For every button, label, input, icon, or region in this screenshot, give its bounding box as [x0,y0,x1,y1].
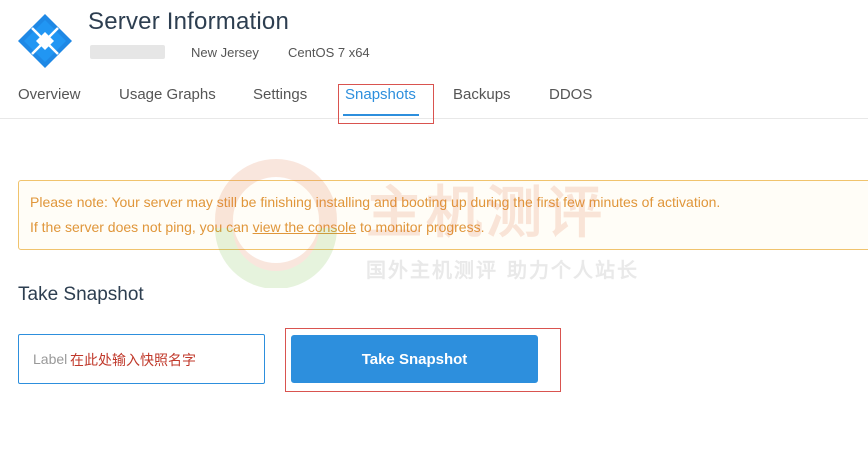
server-ip-redacted [90,45,165,59]
page-title: Server Information [88,8,290,35]
tab-overview[interactable]: Overview [18,86,81,103]
notice-line-2: If the server does not ping, you can vie… [30,219,484,235]
notice-line-1: Please note: Your server may still be fi… [30,194,721,210]
logo-icon [18,14,72,68]
server-location: New Jersey [191,45,259,60]
view-console-link[interactable]: view the console [253,219,357,235]
tab-highlight-box [338,84,434,124]
take-snapshot-button[interactable]: Take Snapshot [291,335,538,383]
tab-usage-graphs[interactable]: Usage Graphs [119,86,216,103]
snapshot-label-input[interactable] [18,334,265,384]
watermark-subtitle: 国外主机测评 助力个人站长 [366,258,639,282]
tab-backups[interactable]: Backups [453,86,511,103]
take-snapshot-heading: Take Snapshot [18,284,144,305]
notice-text-after: to monitor progress. [356,219,485,235]
tab-settings[interactable]: Settings [253,86,307,103]
activation-notice: Please note: Your server may still be fi… [18,180,868,250]
server-os: CentOS 7 x64 [288,45,370,60]
tab-ddos[interactable]: DDOS [549,86,592,103]
tab-bar: Overview Usage Graphs Settings Snapshots… [0,78,868,119]
notice-text-before: If the server does not ping, you can [30,219,253,235]
